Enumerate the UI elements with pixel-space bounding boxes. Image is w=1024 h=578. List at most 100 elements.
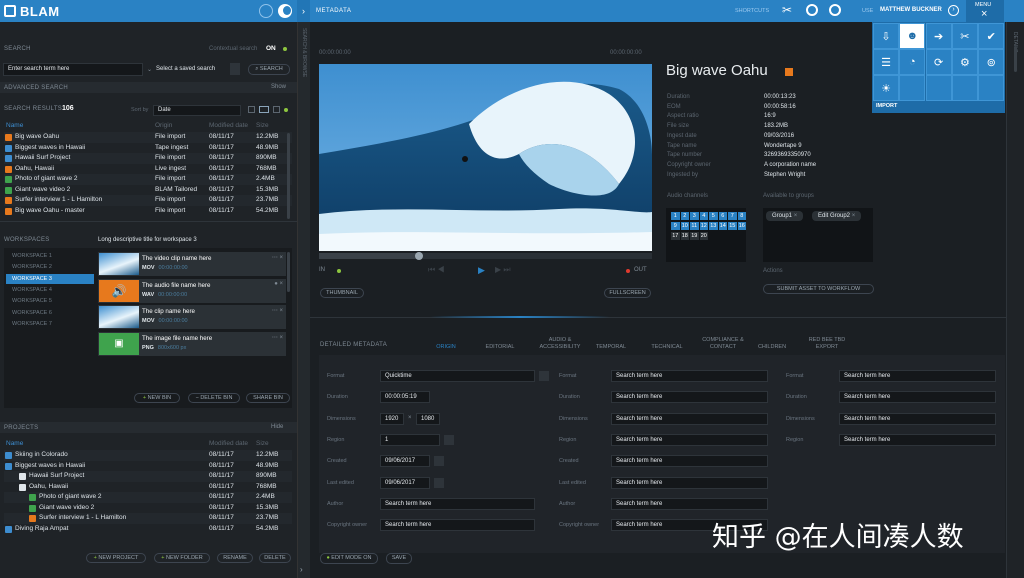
result-row[interactable]: Big wave Oahu - master File import 08/11/1… (4, 206, 292, 217)
tab-editorial[interactable]: EDITORIAL (480, 344, 520, 351)
edit-mode-toggle[interactable]: ● EDIT MODE ON (320, 553, 378, 564)
out-point-label[interactable]: OUT (634, 267, 647, 273)
result-row[interactable]: Giant wave video 2 BLAM Tailored 08/11/17 1… (4, 185, 292, 196)
proj-col-modified[interactable]: Modified date (209, 440, 248, 447)
forward-icon[interactable]: ➔ (925, 23, 952, 49)
group-chip-1[interactable]: Group1 × (766, 211, 804, 221)
field-input[interactable]: Search term here (611, 370, 768, 382)
thumbnail-button[interactable]: THUMBNAIL (320, 288, 364, 298)
width-input[interactable]: 1920 (380, 412, 404, 425)
col-modified[interactable]: Modified date (209, 122, 248, 129)
delete-button[interactable]: DELETE (259, 553, 291, 563)
details-strip[interactable]: DETAILS (1006, 22, 1024, 578)
pie-icon[interactable]: ◔ (899, 49, 926, 75)
proj-col-size[interactable]: Size (256, 440, 269, 447)
audio-channel[interactable]: 6 (718, 212, 727, 220)
share-bin-button[interactable]: SHARE BIN (246, 393, 290, 403)
field-input[interactable]: 09/06/2017 (380, 455, 430, 468)
settings-icon[interactable]: ⚙ (951, 49, 978, 75)
audio-channel[interactable]: 7 (728, 212, 737, 220)
col-origin[interactable]: Origin (155, 122, 172, 129)
result-row[interactable]: Biggest waves in Hawaii Tape ingest 08/11/… (4, 143, 292, 154)
check-circle-icon[interactable] (806, 4, 818, 16)
rename-button[interactable]: RENAME (217, 553, 253, 563)
audio-channel[interactable]: 18 (680, 232, 689, 240)
workspace-item[interactable]: WORKSPACE 4 (6, 285, 94, 295)
audio-channel[interactable]: 9 (671, 222, 680, 230)
scrubber-handle[interactable] (414, 252, 423, 260)
download-icon[interactable]: ⇩ (873, 23, 899, 49)
audio-channel[interactable]: 16 (737, 222, 746, 230)
field-input[interactable]: Search term here (839, 370, 996, 382)
mask-icon[interactable]: ☻ (899, 23, 926, 49)
field-input[interactable]: Search term here (611, 497, 768, 510)
grid-view-icon[interactable] (248, 106, 255, 113)
audio-channel[interactable]: 2 (680, 212, 689, 220)
height-input[interactable]: 1080 (416, 412, 440, 425)
tab-red-bee-tbd-export[interactable]: RED BEE TBD EXPORT (805, 337, 849, 350)
submit-workflow-button[interactable]: SUBMIT ASSET TO WORKFLOW (763, 284, 874, 294)
audio-channel[interactable]: 19 (690, 232, 699, 240)
workspace-card[interactable]: 🔊 The audio file name here WAV 00:00:00:00 ●… (98, 278, 286, 303)
calendar-icon[interactable] (434, 477, 444, 488)
field-input[interactable]: Search term here (611, 476, 768, 489)
workspace-scrollbar[interactable] (287, 252, 290, 292)
field-input[interactable]: Quicktime (380, 370, 535, 382)
fullscreen-button[interactable]: FULLSCREEN (604, 288, 651, 298)
detail-view-icon[interactable] (273, 106, 280, 113)
card-menu-icon[interactable]: ⋯ × (272, 334, 283, 341)
workspace-item[interactable]: WORKSPACE 7 (6, 319, 94, 329)
video-player[interactable] (319, 64, 652, 251)
project-row[interactable]: Biggest waves in Hawaii 08/11/17 48.9MB (4, 461, 292, 472)
workspace-card[interactable]: ▣ The image file name here PNG 800x600 px ⋯ … (98, 331, 286, 356)
calendar-icon[interactable] (434, 456, 444, 467)
list-view-icon[interactable] (259, 106, 269, 113)
scissors-icon[interactable]: ✂ (951, 23, 978, 49)
save-button[interactable]: SAVE (386, 553, 412, 564)
remove-group-icon[interactable]: × (794, 213, 798, 219)
play-icon[interactable]: ▶ (478, 265, 485, 276)
sun-icon[interactable]: ☀ (873, 75, 899, 101)
refresh-icon[interactable] (829, 4, 841, 16)
tab-audio-accessibility[interactable]: AUDIO & ACCESSIBILITY (535, 337, 585, 350)
dropdown-icon[interactable] (539, 371, 549, 381)
dropdown-icon[interactable] (444, 434, 454, 445)
workspace-card[interactable]: The clip name here MOV 00:00:00:00 ⋯ × (98, 305, 286, 329)
project-row[interactable]: Oahu, Hawaii 08/11/17 768MB (4, 482, 292, 493)
user-name[interactable]: MATTHEW BUCKNER (880, 7, 942, 13)
step-back-icon[interactable]: ⏮ ◀ (428, 265, 445, 275)
field-input[interactable]: Search term here (839, 391, 996, 404)
field-input[interactable]: 00:00:05:19 (380, 391, 430, 404)
details-scrollbar[interactable] (1014, 46, 1017, 72)
results-scrollbar[interactable] (287, 133, 290, 219)
delete-bin-button[interactable]: − DELETE BIN (188, 393, 240, 403)
audio-channel[interactable]: 17 (671, 232, 680, 240)
project-row[interactable]: Photo of giant wave 2 08/11/17 2.4MB (4, 492, 292, 503)
audio-channel[interactable]: 5 (709, 212, 718, 220)
result-row[interactable]: Hawaii Surf Project File import 08/11/17 89… (4, 153, 292, 164)
project-row[interactable]: Giant wave video 2 08/11/17 15.3MB (4, 503, 292, 514)
workspace-item[interactable]: WORKSPACE 6 (6, 308, 94, 318)
workspace-item[interactable]: WORKSPACE 2 (6, 262, 94, 272)
tab-origin[interactable]: ORIGIN (426, 344, 466, 351)
scissors-icon[interactable]: ✂ (782, 3, 792, 17)
hide-toggle[interactable]: Hide (271, 424, 283, 430)
tab-temporal[interactable]: TEMPORAL (591, 344, 631, 351)
search-input[interactable]: Enter search term here (3, 63, 143, 76)
tab-compliance-contact[interactable]: COMPLIANCE & CONTACT (698, 337, 748, 350)
project-row[interactable]: Skiing in Colorado 08/11/17 12.2MB (4, 450, 292, 461)
search-button[interactable]: ⌕ SEARCH (248, 64, 290, 75)
new-folder-button[interactable]: + NEW FOLDER (154, 553, 210, 563)
remove-group-icon[interactable]: × (852, 213, 856, 219)
project-row[interactable]: Surfer interview 1 - L Hamilton 08/11/17 2… (4, 513, 292, 524)
tab-children[interactable]: CHILDREN (752, 344, 792, 351)
saved-search-select[interactable]: Select a saved search (156, 66, 215, 72)
field-input[interactable]: 1 (380, 433, 440, 446)
expand-icon[interactable]: › (300, 565, 303, 574)
saved-search-dropdown-icon[interactable] (230, 63, 240, 75)
field-input[interactable]: Search term here (380, 519, 535, 532)
card-menu-icon[interactable]: ⋯ × (272, 307, 283, 314)
field-input[interactable]: Search term here (380, 497, 535, 510)
left-collapse-strip[interactable]: SEARCH & BROWSE › (297, 22, 310, 578)
result-row[interactable]: Oahu, Hawaii Live ingest 08/11/17 768MB (4, 164, 292, 175)
